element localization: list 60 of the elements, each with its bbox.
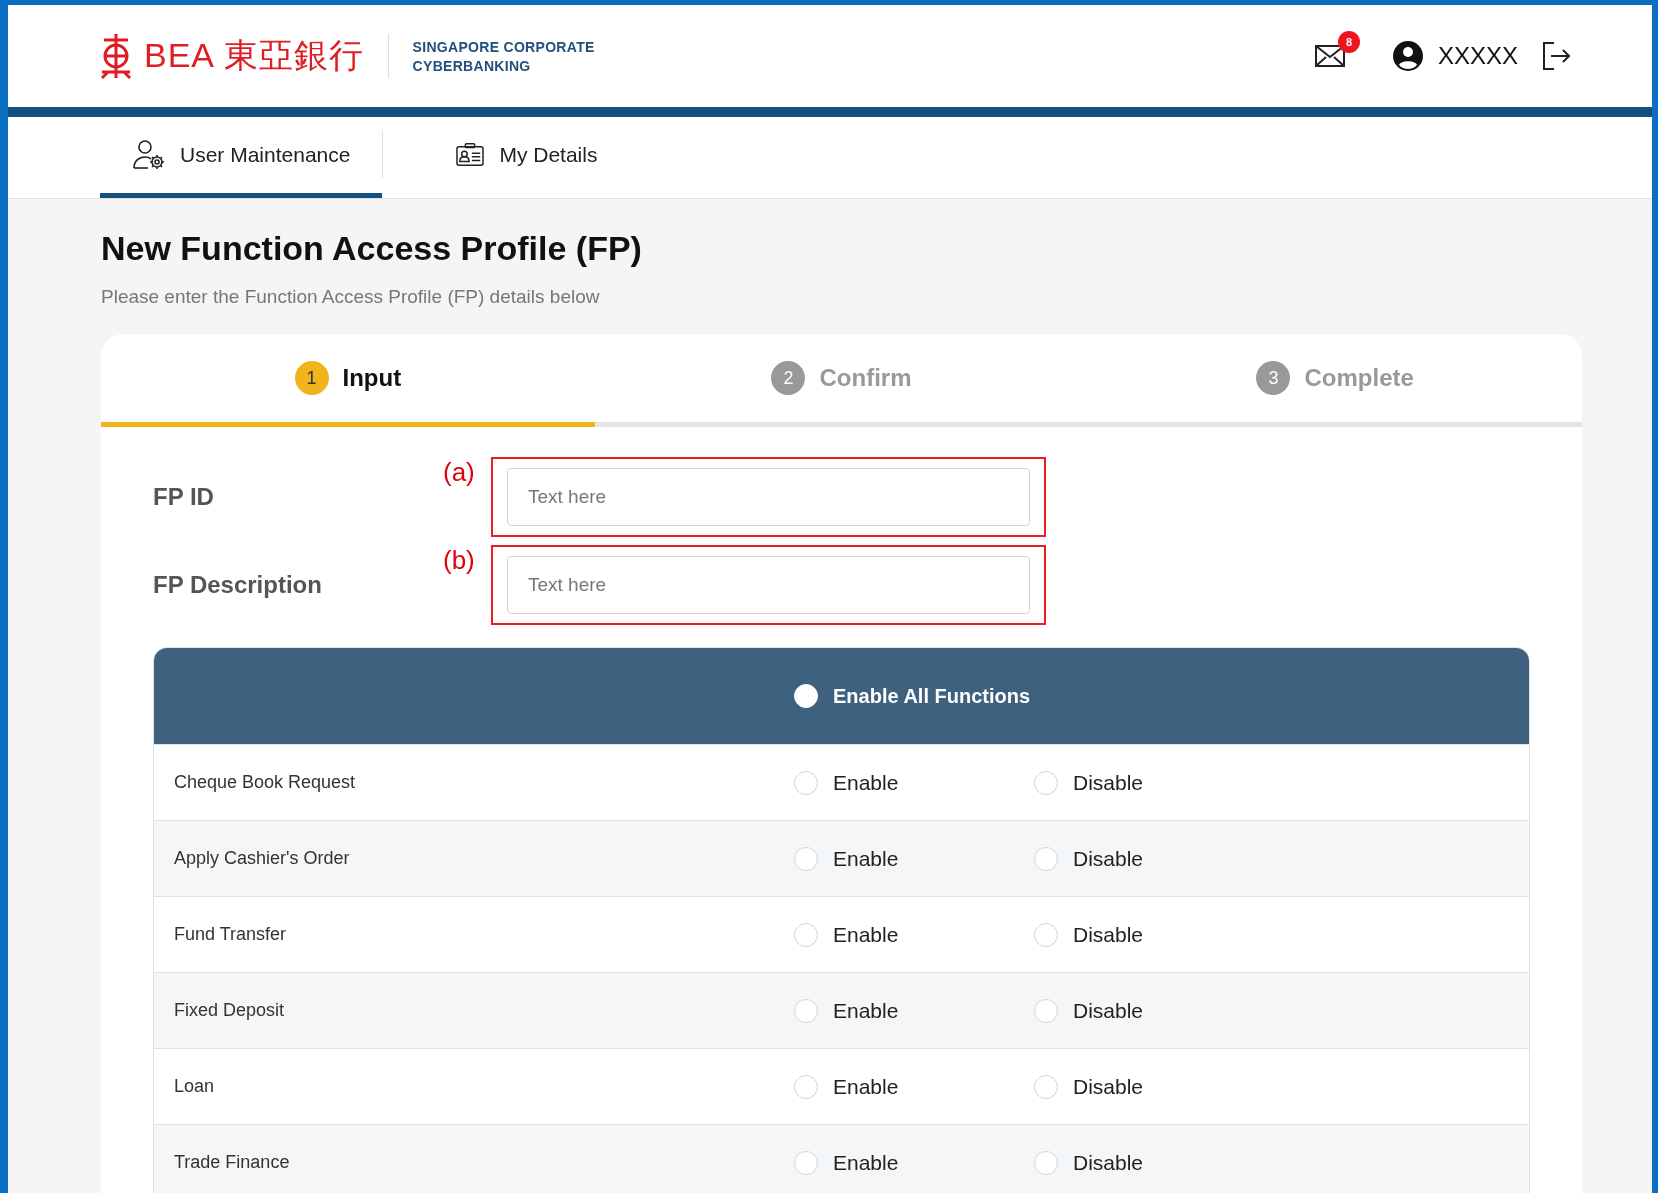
- radio-label: Enable: [833, 998, 899, 1023]
- radio-label: Disable: [1073, 1150, 1144, 1175]
- product-name: SINGAPORE CORPORATE: [412, 38, 595, 55]
- radio-label: Disable: [1073, 998, 1144, 1023]
- function-name: Fixed Deposit: [173, 1000, 286, 1021]
- user-avatar-icon: [1391, 40, 1424, 72]
- logout-icon: [1540, 40, 1572, 72]
- bank-name: BEA 東亞銀行: [144, 35, 364, 76]
- function-name: Cheque Book Request: [173, 772, 357, 793]
- field-label: FP Description: [153, 570, 323, 599]
- logo-icon: [100, 32, 132, 80]
- notification-badge: 8: [1337, 31, 1360, 53]
- input-field[interactable]: Text here: [507, 468, 1030, 526]
- radio-option[interactable]: Disable: [1034, 1150, 1144, 1175]
- radio-label: Disable: [1073, 1074, 1144, 1099]
- step-number: 1: [294, 361, 329, 395]
- nav-tab[interactable]: My Details: [423, 117, 630, 198]
- radio-label: Enable All Functions: [833, 684, 1031, 708]
- radio-option[interactable]: Enable: [794, 1150, 899, 1175]
- radio-label: Enable: [833, 846, 899, 871]
- page-subtitle: Please enter the Function Access Profile (FP) details below: [101, 286, 601, 308]
- radio-label: Disable: [1073, 846, 1144, 871]
- page-title: New Function Access Profile (FP): [101, 229, 643, 268]
- radio-option[interactable]: Disable: [1034, 998, 1144, 1023]
- radio-label: Enable: [833, 1150, 899, 1175]
- annotation-label: (a): [443, 457, 476, 488]
- function-name: Trade Finance: [173, 1152, 291, 1173]
- radio-option[interactable]: Disable: [1034, 922, 1144, 947]
- step-number: 2: [771, 361, 806, 395]
- radio-option[interactable]: Disable: [1034, 1074, 1144, 1099]
- function-name: Loan: [173, 1076, 216, 1097]
- step-label: Input: [342, 364, 402, 392]
- function-name: Fund Transfer: [173, 924, 288, 945]
- radio-option[interactable]: Disable: [1034, 846, 1144, 871]
- input-field[interactable]: Text here: [507, 556, 1030, 614]
- step-label: Confirm: [819, 364, 912, 392]
- mail-icon: [1313, 43, 1346, 69]
- id-card-icon: [455, 142, 486, 168]
- step-number: 3: [1256, 361, 1291, 395]
- mail-button[interactable]: 8: [1313, 31, 1360, 69]
- radio-option[interactable]: Enable: [794, 998, 899, 1023]
- product-name: CYBERBANKING: [412, 57, 532, 74]
- annotation-label: (b): [443, 545, 476, 576]
- step-label: Complete: [1304, 364, 1414, 392]
- enable-all-radio[interactable]: Enable All Functions: [794, 684, 1529, 708]
- radio-label: Enable: [833, 1074, 899, 1099]
- radio-option[interactable]: Enable: [794, 1074, 899, 1099]
- function-name: Apply Cashier's Order: [173, 848, 351, 869]
- radio-label: Enable: [833, 922, 899, 947]
- nav-tab[interactable]: User Maintenance: [100, 117, 383, 198]
- radio-label: Disable: [1073, 770, 1144, 795]
- user-gear-icon: [132, 138, 166, 172]
- field-label: FP ID: [153, 482, 215, 511]
- radio-option[interactable]: Enable: [794, 922, 899, 947]
- radio-option[interactable]: Disable: [1034, 770, 1144, 795]
- radio-option[interactable]: Enable: [794, 846, 899, 871]
- radio-label: Enable: [833, 770, 899, 795]
- username: XXXXX: [1437, 42, 1518, 70]
- radio-label: Disable: [1073, 922, 1144, 947]
- radio-option[interactable]: Enable: [794, 770, 899, 795]
